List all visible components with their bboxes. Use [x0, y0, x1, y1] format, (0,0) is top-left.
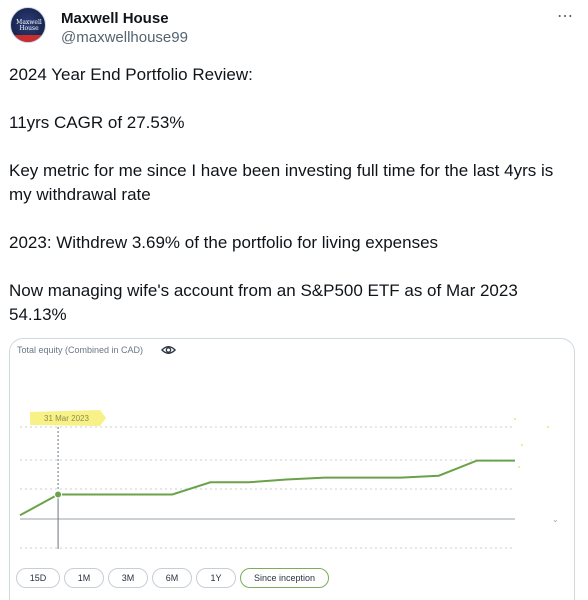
equity-chart[interactable]: 31 Mar 2023 ⌄ [10, 339, 575, 600]
range-1m-button[interactable]: 1M [64, 568, 104, 588]
range-3m-button[interactable]: 3M [108, 568, 148, 588]
sparkle-dot [547, 426, 549, 428]
range-1y-button[interactable]: 1Y [196, 568, 236, 588]
tweet-text: 2024 Year End Portfolio Review: 11yrs CA… [9, 63, 575, 327]
avatar-band [11, 35, 45, 42]
tweet-line: 2023: Withdrew 3.69% of the portfolio fo… [9, 233, 439, 252]
avatar-logo-text: Maxwell House [16, 19, 42, 32]
sparkle-dot [521, 444, 523, 446]
user-handle[interactable]: @maxwellhouse99 [61, 29, 188, 47]
range-15d-button[interactable]: 15D [16, 568, 60, 588]
display-name[interactable]: Maxwell House [61, 10, 169, 28]
eye-icon[interactable] [161, 344, 176, 356]
equity-series-line [19, 459, 515, 517]
portfolio-chart-card[interactable]: 31 Mar 2023 ⌄ Total equity (Combined in C… [9, 338, 575, 600]
range-6m-button[interactable]: 6M [152, 568, 192, 588]
tweet-line: Key metric for me since I have been inve… [9, 161, 554, 204]
post-header: Maxwell House Maxwell House @maxwellhous… [10, 7, 578, 49]
tweet-line: Now managing wife's account from an S&P5… [9, 281, 518, 324]
avatar[interactable]: Maxwell House [10, 7, 46, 43]
tweet-line: 2024 Year End Portfolio Review: [9, 65, 253, 84]
chart-title: Total equity (Combined in CAD) [17, 345, 144, 355]
sparkle-dot [514, 418, 516, 420]
more-options-icon[interactable]: ⋯ [557, 9, 574, 25]
sparkle-dot [518, 466, 520, 468]
highlight-point [54, 490, 63, 499]
tweet-line: 11yrs CAGR of 27.53% [9, 113, 185, 132]
chevron-down-icon: ⌄ [552, 515, 559, 524]
highlight-date-label: 31 Mar 2023 [44, 414, 89, 423]
range-since-inception-button[interactable]: Since inception [240, 568, 329, 588]
